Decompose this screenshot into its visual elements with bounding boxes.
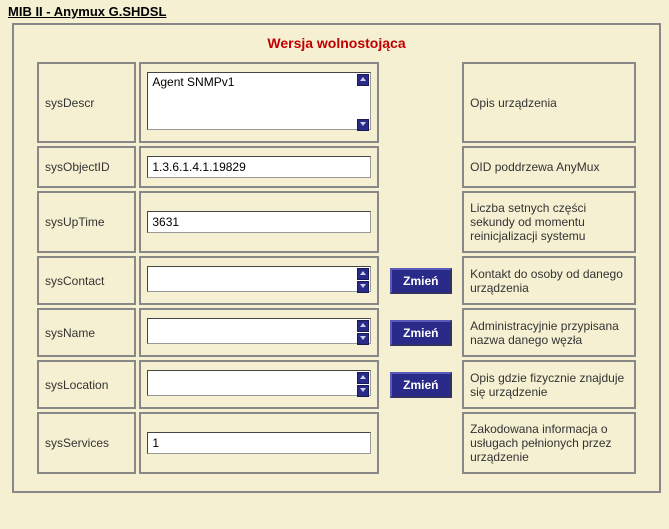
syslocation-input[interactable] [147, 370, 371, 396]
main-panel: Wersja wolnostojąca sysDescr Opis urządz… [12, 23, 661, 493]
scroll-up-icon[interactable] [357, 372, 369, 384]
scrollbar[interactable] [357, 372, 369, 397]
syscontact-desc: Kontakt do osoby od danego urządzenia [462, 256, 636, 305]
sysname-desc: Administracyjnie przypisana nazwa danego… [462, 308, 636, 357]
sysname-input[interactable] [147, 318, 371, 344]
table-row: sysServices Zakodowana informacja o usłu… [37, 412, 636, 474]
table-row: sysName Zmień Administracyjnie przypisan… [37, 308, 636, 357]
sysname-label: sysName [37, 308, 136, 357]
sysuptime-desc: Liczba setnych części sekundy od momentu… [462, 191, 636, 253]
sysuptime-label: sysUpTime [37, 191, 136, 253]
table-row: sysUpTime Liczba setnych części sekundy … [37, 191, 636, 253]
sysuptime-value[interactable] [147, 211, 371, 233]
sysname-change-button[interactable]: Zmień [390, 320, 452, 346]
syslocation-label: sysLocation [37, 360, 136, 409]
mib-table: sysDescr Opis urządzenia sysObjectID [34, 59, 639, 477]
sysdescr-label: sysDescr [37, 62, 136, 143]
page-title: MIB II - Anymux G.SHDSL [0, 0, 669, 21]
scroll-down-icon[interactable] [357, 333, 369, 345]
sysservices-value[interactable] [147, 432, 371, 454]
section-title: Wersja wolnostojąca [34, 35, 639, 51]
syslocation-desc: Opis gdzie fizycznie znajduje się urządz… [462, 360, 636, 409]
sysservices-desc: Zakodowana informacja o usługach pełnion… [462, 412, 636, 474]
scrollbar[interactable] [357, 74, 369, 131]
table-row: sysObjectID OID poddrzewa AnyMux [37, 146, 636, 188]
scroll-down-icon[interactable] [357, 385, 369, 397]
syscontact-input[interactable] [147, 266, 371, 292]
table-row: sysContact Zmień Kontakt do osoby od dan… [37, 256, 636, 305]
scroll-down-icon[interactable] [357, 281, 369, 293]
scroll-up-icon[interactable] [357, 74, 369, 86]
scrollbar[interactable] [357, 268, 369, 293]
sysservices-label: sysServices [37, 412, 136, 474]
sysobjectid-value[interactable] [147, 156, 371, 178]
syscontact-change-button[interactable]: Zmień [390, 268, 452, 294]
sysdescr-value[interactable] [147, 72, 371, 130]
table-row: sysDescr Opis urządzenia [37, 62, 636, 143]
sysdescr-desc: Opis urządzenia [462, 62, 636, 143]
syslocation-change-button[interactable]: Zmień [390, 372, 452, 398]
sysobjectid-desc: OID poddrzewa AnyMux [462, 146, 636, 188]
scrollbar[interactable] [357, 320, 369, 345]
scroll-up-icon[interactable] [357, 268, 369, 280]
scroll-up-icon[interactable] [357, 320, 369, 332]
sysobjectid-label: sysObjectID [37, 146, 136, 188]
syscontact-label: sysContact [37, 256, 136, 305]
scroll-down-icon[interactable] [357, 119, 369, 131]
table-row: sysLocation Zmień Opis gdzie fizycznie z… [37, 360, 636, 409]
